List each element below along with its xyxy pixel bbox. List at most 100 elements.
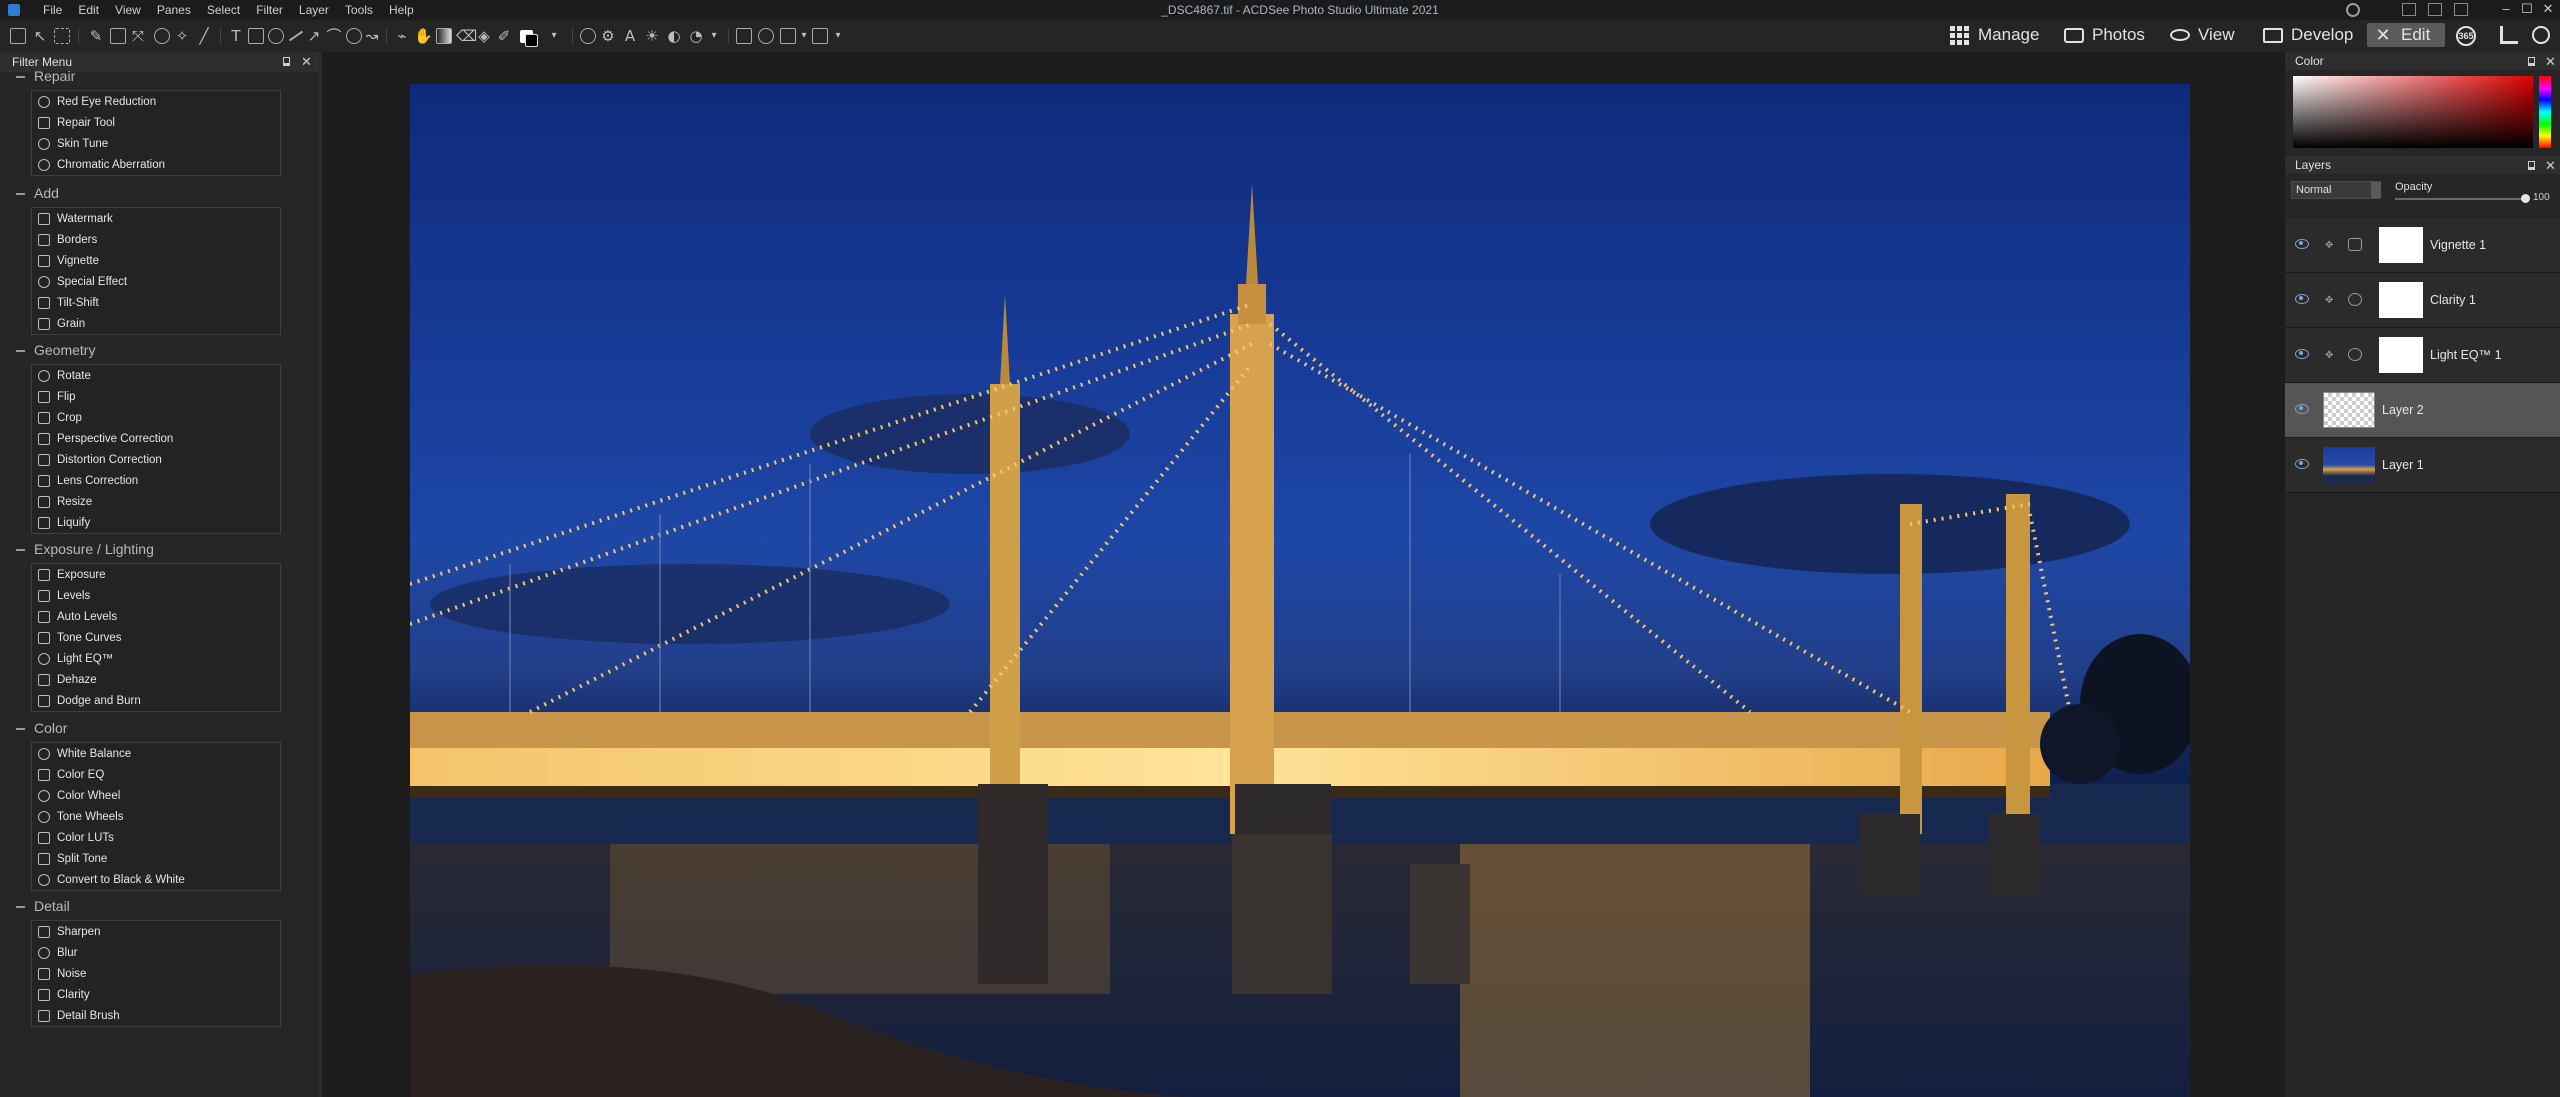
mask-rect-icon[interactable] — [736, 28, 752, 44]
menu-edit[interactable]: Edit — [70, 2, 107, 18]
layer-row-clarity-1[interactable]: ✥ Clarity 1 — [2285, 273, 2560, 328]
visibility-eye-icon[interactable] — [2295, 459, 2309, 469]
curve-tool-icon[interactable]: ↝ — [364, 28, 380, 44]
layer-mask-thumbnail[interactable] — [2379, 337, 2423, 373]
layer-name[interactable]: Clarity 1 — [2430, 293, 2476, 307]
play-action-icon[interactable] — [780, 28, 796, 44]
filter-item-white-balance[interactable]: White Balance — [32, 743, 280, 764]
filter-item-blur[interactable]: Blur — [32, 942, 280, 963]
filter-item-skin-tune[interactable]: Skin Tune — [32, 133, 280, 154]
collapse-icon[interactable] — [16, 76, 25, 78]
color-saturation-field[interactable] — [2293, 76, 2533, 148]
opacity-slider-handle[interactable] — [2521, 194, 2530, 203]
filter-group-title[interactable]: Geometry — [34, 342, 95, 358]
opacity-value[interactable]: 100 — [2533, 192, 2550, 203]
swatch-dropdown-icon[interactable]: ▾ — [546, 28, 562, 44]
minimize-button[interactable]: – — [2495, 1, 2517, 16]
layer-name[interactable]: Layer 2 — [2382, 403, 2424, 417]
layout-left-icon[interactable] — [2402, 3, 2416, 16]
mode-photos-button[interactable]: Photos — [2058, 23, 2151, 47]
maximize-button[interactable]: ☐ — [2516, 1, 2538, 17]
filter-item-flip[interactable]: Flip — [32, 386, 280, 407]
user-account-icon[interactable] — [2346, 3, 2360, 17]
layer-row-layer-1[interactable]: Layer 1 — [2285, 438, 2560, 493]
filter-item-red-eye[interactable]: Red Eye Reduction — [32, 91, 280, 112]
filter-item-detail-brush[interactable]: Detail Brush — [32, 1005, 280, 1026]
layout-right-icon[interactable] — [2454, 3, 2468, 16]
text-tool-icon[interactable]: T — [228, 28, 244, 44]
filter-item-watermark[interactable]: Watermark — [32, 208, 280, 229]
smudge-tool-icon[interactable]: ✋ — [414, 28, 433, 44]
image-canvas-area[interactable] — [318, 52, 2285, 1097]
filter-item-vignette[interactable]: Vignette — [32, 250, 280, 271]
filter-item-levels[interactable]: Levels — [32, 585, 280, 606]
color-cast-icon[interactable]: ◔ — [688, 28, 704, 44]
mode-view-button[interactable]: View — [2164, 23, 2241, 47]
filter-group-title[interactable]: Exposure / Lighting — [34, 541, 154, 557]
settings-gear-icon[interactable]: ⚙ — [600, 28, 616, 44]
line-tool-icon[interactable] — [288, 30, 304, 42]
filter-item-distortion-correction[interactable]: Distortion Correction — [32, 449, 280, 470]
mode-edit-button[interactable]: ✕ Edit — [2367, 23, 2445, 47]
app-logo-icon[interactable] — [8, 4, 20, 16]
menu-file[interactable]: File — [35, 2, 70, 18]
filter-item-tilt-shift[interactable]: Tilt-Shift — [32, 292, 280, 313]
menu-help[interactable]: Help — [381, 2, 422, 18]
move-handle-icon[interactable]: ✥ — [2325, 350, 2333, 361]
hue-slider[interactable] — [2539, 76, 2551, 148]
pin-icon[interactable] — [2528, 161, 2535, 170]
blend-mode-select[interactable]: Normal — [2291, 181, 2381, 199]
filter-item-exposure[interactable]: Exposure — [32, 564, 280, 585]
move-handle-icon[interactable]: ✥ — [2325, 295, 2333, 306]
pen-tool-icon[interactable]: ✎ — [88, 28, 104, 44]
visibility-eye-icon[interactable] — [2295, 349, 2309, 359]
foreground-color-swatch[interactable] — [525, 34, 538, 47]
batch-dropdown-icon[interactable]: ▾ — [830, 28, 846, 44]
layer-mask-thumbnail[interactable] — [2379, 227, 2423, 263]
filter-item-color-eq[interactable]: Color EQ — [32, 764, 280, 785]
marquee-tool-icon[interactable] — [54, 28, 70, 44]
move-handle-icon[interactable]: ✥ — [2325, 240, 2333, 251]
menu-view[interactable]: View — [107, 2, 149, 18]
filter-item-light-eq[interactable]: Light EQ™ — [32, 648, 280, 669]
magic-wand-icon[interactable]: ✧ — [174, 28, 190, 44]
transform-tool-icon[interactable]: ⤧ — [130, 28, 146, 44]
sync-button[interactable] — [2526, 23, 2556, 47]
rectangle-tool-icon[interactable] — [248, 28, 264, 44]
filter-item-special-effect[interactable]: Special Effect — [32, 271, 280, 292]
visibility-eye-icon[interactable] — [2295, 404, 2309, 414]
pin-icon[interactable] — [283, 57, 290, 66]
action-dropdown-icon[interactable]: ▾ — [796, 28, 812, 44]
acdsee-365-icon[interactable]: 365 — [2456, 26, 2476, 46]
crop-tool-icon[interactable] — [110, 28, 126, 44]
menu-panes[interactable]: Panes — [149, 2, 199, 18]
mask-ellipse-icon[interactable] — [758, 28, 774, 44]
panel-splitter[interactable] — [318, 52, 322, 1097]
chevron-down-icon[interactable] — [2371, 182, 2381, 198]
filter-item-tone-curves[interactable]: Tone Curves — [32, 627, 280, 648]
photo-image[interactable] — [410, 84, 2190, 1097]
filter-item-repair-tool[interactable]: Repair Tool — [32, 112, 280, 133]
select-tool-icon[interactable] — [10, 28, 26, 44]
filter-item-tone-wheels[interactable]: Tone Wheels — [32, 806, 280, 827]
brush-tool-icon[interactable]: ╱ — [196, 28, 212, 44]
layer-row-light-eq-1[interactable]: ✥ Light EQ™ 1 — [2285, 328, 2560, 383]
collapse-icon[interactable] — [16, 350, 25, 352]
ellipse-tool-icon[interactable] — [268, 28, 284, 44]
close-panel-icon[interactable]: ✕ — [301, 54, 312, 70]
filter-item-split-tone[interactable]: Split Tone — [32, 848, 280, 869]
zoom-tool-icon[interactable] — [580, 28, 596, 44]
close-panel-icon[interactable]: ✕ — [2545, 54, 2556, 70]
text-effect-icon[interactable]: A — [622, 28, 638, 44]
eraser-tool-icon[interactable]: ⌫ — [456, 28, 477, 44]
polyline-tool-icon[interactable]: ⌒ — [326, 28, 342, 44]
light-icon[interactable]: ☀ — [644, 28, 660, 44]
filter-group-title[interactable]: Add — [34, 185, 59, 201]
menu-select[interactable]: Select — [199, 2, 248, 18]
filter-item-sharpen[interactable]: Sharpen — [32, 921, 280, 942]
filter-group-title[interactable]: Color — [34, 720, 67, 736]
filter-item-resize[interactable]: Resize — [32, 491, 280, 512]
filter-group-title[interactable]: Repair — [34, 68, 75, 84]
move-tool-icon[interactable]: ↖ — [32, 28, 48, 44]
tone-icon[interactable]: ◐ — [666, 28, 682, 44]
